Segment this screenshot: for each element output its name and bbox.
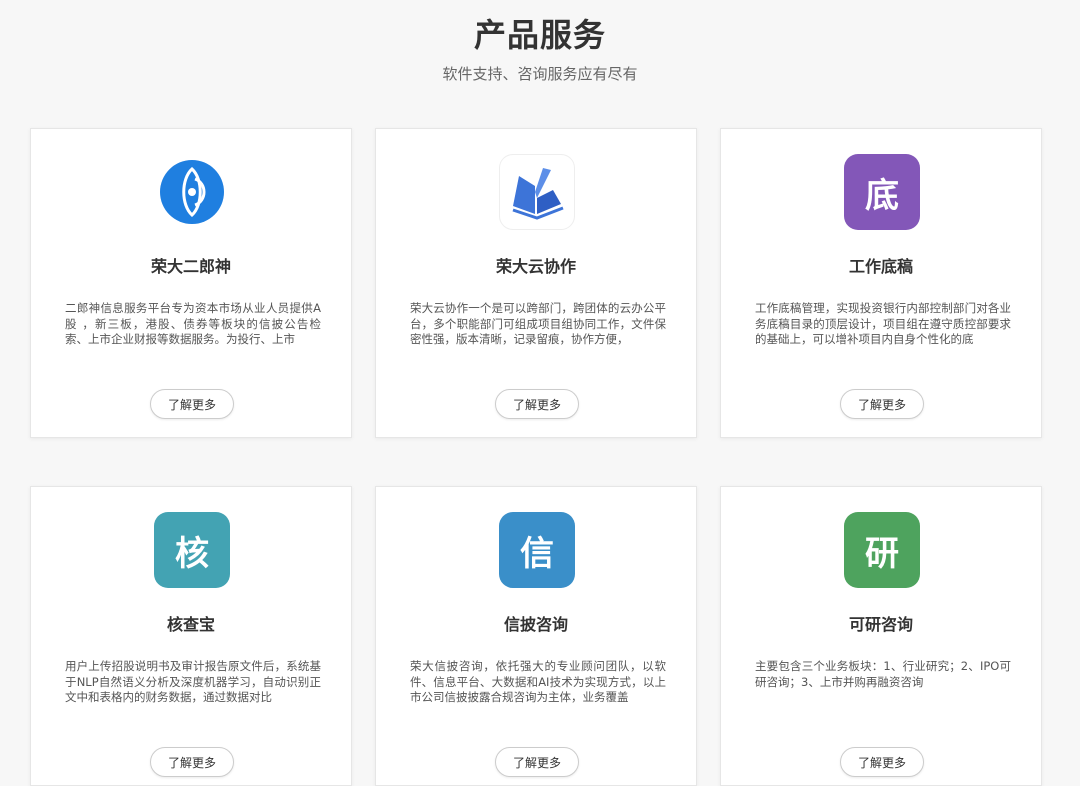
card-title: 工作底稿 — [848, 257, 913, 276]
learn-more-button[interactable]: 了解更多 — [840, 389, 924, 419]
product-card-feasibility-consulting: 研 可研咨询 主要包含三个业务板块：1、行业研究；2、IPO可研咨询；3、上市并… — [720, 486, 1042, 786]
learn-more-button[interactable]: 了解更多 — [840, 747, 924, 777]
product-card-disclosure-consulting: 信 信披咨询 荣大信披咨询，依托强大的专业顾问团队，以软件、信息平台、大数据和A… — [375, 486, 697, 786]
card-title: 核查宝 — [166, 615, 215, 634]
eye-logo-icon — [154, 154, 230, 230]
card-title: 信披咨询 — [503, 615, 568, 634]
di-char-icon: 底 — [844, 154, 920, 230]
page-subtitle: 软件支持、咨询服务应有尽有 — [442, 65, 638, 83]
xin-char-icon: 信 — [499, 512, 575, 588]
card-description: 用户上传招股说明书及审计报告原文件后，系统基于NLP自然语义分析及深度机器学习，… — [65, 659, 321, 704]
yan-char-icon: 研 — [844, 512, 920, 588]
product-card-erlangshen: 荣大二郎神 二郎神信息服务平台专为资本市场从业人员提供A股 ，新三板，港股、债券… — [30, 128, 352, 438]
learn-more-button[interactable]: 了解更多 — [495, 389, 579, 419]
product-card-hechabao: 核 核查宝 用户上传招股说明书及审计报告原文件后，系统基于NLP自然语义分析及深… — [30, 486, 352, 786]
product-card-cloud-collab: 荣大云协作 荣大云协作一个是可以跨部门，跨团体的云办公平台，多个职能部门可组成项… — [375, 128, 697, 438]
card-description: 二郎神信息服务平台专为资本市场从业人员提供A股 ，新三板，港股、债券等板块的信披… — [65, 301, 321, 346]
learn-more-button[interactable]: 了解更多 — [150, 389, 234, 419]
product-card-workpaper: 底 工作底稿 工作底稿管理，实现投资银行内部控制部门对各业务底稿目录的顶层设计，… — [720, 128, 1042, 438]
page-title: 产品服务 — [473, 16, 606, 54]
card-description: 工作底稿管理，实现投资银行内部控制部门对各业务底稿目录的顶层设计，项目组在遵守质… — [755, 301, 1011, 346]
book-wings-icon — [499, 154, 575, 230]
card-description: 荣大信披咨询，依托强大的专业顾问团队，以软件、信息平台、大数据和AI技术为实现方… — [410, 659, 666, 704]
he-char-icon: 核 — [154, 512, 230, 588]
card-title: 荣大二郎神 — [150, 257, 231, 276]
card-title: 荣大云协作 — [495, 257, 576, 276]
card-description: 主要包含三个业务板块：1、行业研究；2、IPO可研咨询；3、上市并购再融资咨询 — [755, 659, 1011, 689]
learn-more-button[interactable]: 了解更多 — [495, 747, 579, 777]
learn-more-button[interactable]: 了解更多 — [150, 747, 234, 777]
card-title: 可研咨询 — [848, 615, 913, 634]
card-description: 荣大云协作一个是可以跨部门，跨团体的云办公平台，多个职能部门可组成项目组协同工作… — [410, 301, 666, 346]
